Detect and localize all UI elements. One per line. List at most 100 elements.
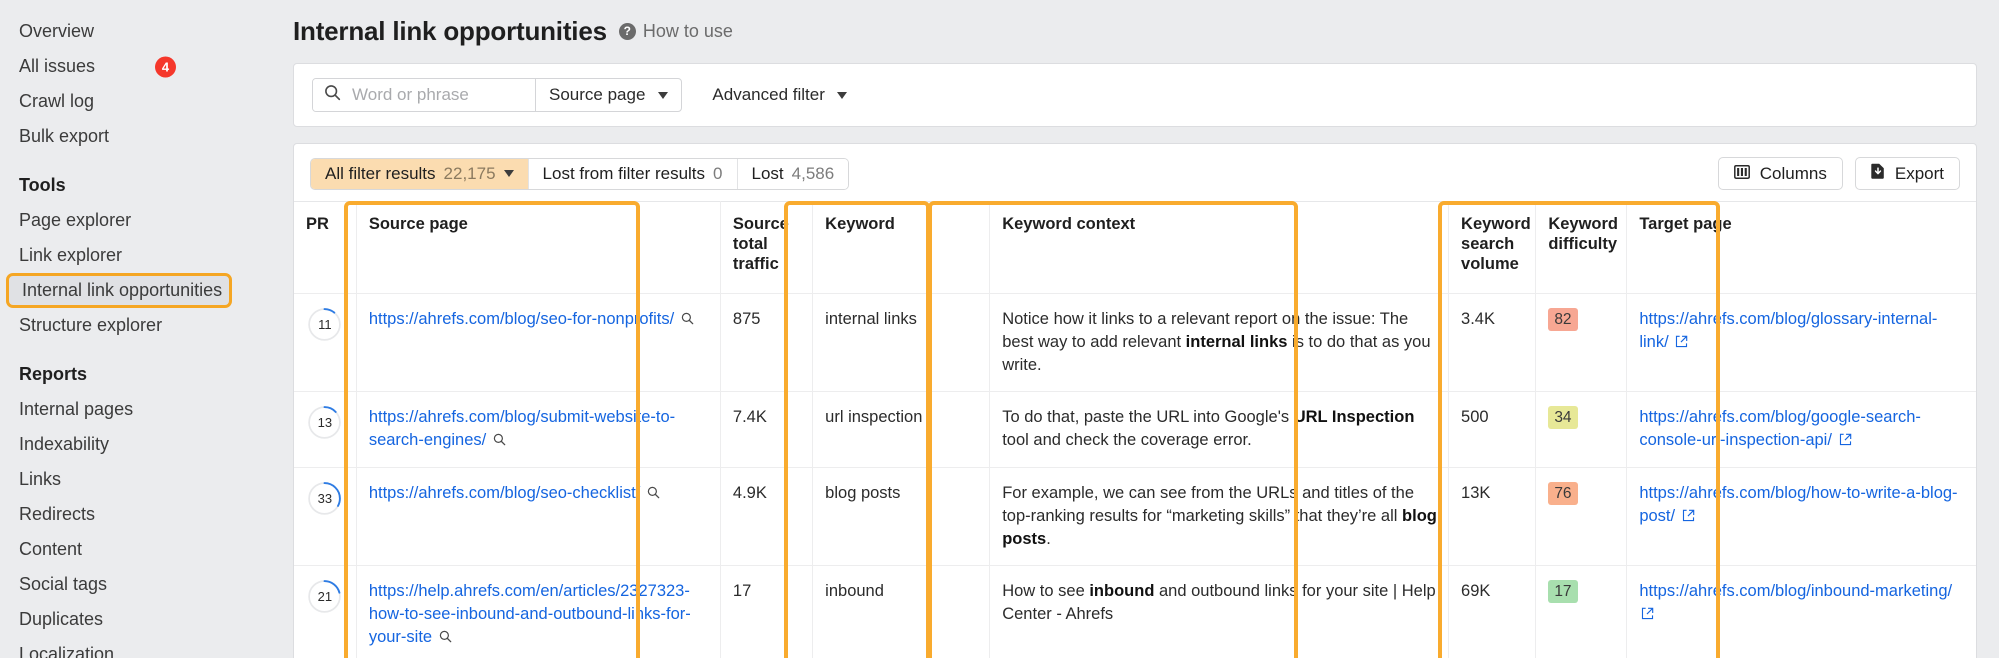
source-page-select[interactable]: Source page bbox=[535, 79, 681, 111]
question-mark-icon: ? bbox=[618, 23, 636, 40]
sidebar-item-label: Duplicates bbox=[19, 609, 104, 629]
target-page-link[interactable]: https://ahrefs.com/blog/inbound-marketin… bbox=[1639, 582, 1952, 600]
column-header-pr[interactable]: PR bbox=[294, 201, 357, 294]
table-head: PR Source page Source total traffic Keyword… bbox=[294, 201, 1976, 294]
keyword-search-volume-value: 500 bbox=[1461, 408, 1489, 426]
sidebar-item-duplicates[interactable]: Duplicates bbox=[0, 602, 238, 637]
sidebar-item-overview[interactable]: Overview bbox=[0, 14, 238, 49]
filter-tab-all-filter-results[interactable]: All filter results 22,175 bbox=[311, 158, 529, 189]
cell-keyword: internal links bbox=[812, 293, 991, 392]
filter-tab-count: 4,586 bbox=[791, 163, 835, 183]
source-page-link[interactable]: https://ahrefs.com/blog/submit-website-t… bbox=[369, 408, 675, 449]
app-root: Overview All issues 4 Crawl log Bulk export T… bbox=[0, 0, 1999, 658]
filter-panel: Source page Advanced filter bbox=[293, 63, 1977, 127]
table-row[interactable]: 13 https://ahrefs.com/blog/submit-website… bbox=[294, 391, 1976, 468]
table-row[interactable]: 21 https://help.ahrefs.com/en/articles/23… bbox=[294, 565, 1976, 658]
sidebar-badge-count: 4 bbox=[155, 56, 176, 77]
sidebar-item-localization[interactable]: Localization bbox=[0, 637, 238, 658]
column-header-label: Keyword bbox=[825, 215, 895, 233]
sidebar-item-label: All issues bbox=[19, 56, 96, 76]
cell-target-page: https://ahrefs.com/blog/inbound-marketin… bbox=[1626, 565, 1976, 658]
cell-keyword-search-volume: 3.4K bbox=[1448, 293, 1537, 392]
results-card: All filter results 22,175 Lost from filter… bbox=[293, 143, 1977, 658]
filter-tab-count: 0 bbox=[713, 163, 723, 183]
external-link-icon[interactable] bbox=[1839, 430, 1852, 453]
columns-button[interactable]: Columns bbox=[1717, 157, 1843, 190]
sidebar-item-label: Reports bbox=[19, 364, 88, 384]
table-row[interactable]: 33 https://ahrefs.com/blog/seo-checklist/… bbox=[294, 467, 1976, 566]
column-header-keyword-search-volume[interactable]: Keyword search volume bbox=[1448, 201, 1537, 294]
filter-tab-lost-from-filter-results[interactable]: Lost from filter results 0 bbox=[528, 158, 738, 189]
export-button[interactable]: Export bbox=[1854, 157, 1960, 190]
sidebar-item-links[interactable]: Links bbox=[0, 462, 238, 497]
cell-source-page: https://ahrefs.com/blog/seo-checklist/ bbox=[356, 467, 721, 566]
sidebar-item-crawl-log[interactable]: Crawl log bbox=[0, 84, 238, 119]
column-header-source-total-traffic[interactable]: Source total traffic bbox=[720, 201, 814, 294]
sidebar-item-label: Tools bbox=[19, 175, 66, 195]
sidebar-item-indexability[interactable]: Indexability bbox=[0, 427, 238, 462]
sidebar-item-label: Bulk export bbox=[19, 126, 110, 146]
pr-gauge: 21 bbox=[307, 579, 342, 614]
sidebar-item-content[interactable]: Content bbox=[0, 532, 238, 567]
magnifier-icon[interactable] bbox=[647, 483, 660, 506]
columns-icon bbox=[1733, 164, 1750, 184]
keyword-value: internal links bbox=[825, 310, 917, 328]
advanced-filter-toggle[interactable]: Advanced filter bbox=[712, 85, 847, 105]
column-header-keyword-difficulty[interactable]: Keyword difficulty bbox=[1535, 201, 1628, 294]
magnifier-icon[interactable] bbox=[493, 430, 506, 453]
source-page-link[interactable]: https://help.ahrefs.com/en/articles/2327… bbox=[369, 582, 691, 646]
cell-pr: 13 bbox=[294, 391, 357, 468]
page-header: Internal link opportunities ? How to use bbox=[238, 0, 1999, 63]
download-icon bbox=[1871, 163, 1885, 184]
cell-keyword-context: Notice how it links to a relevant report… bbox=[989, 293, 1450, 392]
source-page-link[interactable]: https://ahrefs.com/blog/seo-for-nonprofi… bbox=[369, 310, 674, 328]
sidebar-item-page-explorer[interactable]: Page explorer bbox=[0, 203, 238, 238]
column-header-keyword-context[interactable]: Keyword context bbox=[989, 201, 1450, 294]
cell-keyword-context: For example, we can see from the URLs an… bbox=[989, 467, 1450, 566]
external-link-icon[interactable] bbox=[1675, 332, 1688, 355]
sidebar-item-internal-link-opportunities[interactable]: Internal link opportunities bbox=[6, 273, 232, 308]
sidebar-item-label: Social tags bbox=[19, 574, 108, 594]
column-header-source-page[interactable]: Source page bbox=[356, 201, 721, 294]
how-to-use-label: How to use bbox=[642, 21, 733, 41]
target-page-link[interactable]: https://ahrefs.com/blog/google-search-co… bbox=[1639, 408, 1921, 449]
sidebar-item-label: Indexability bbox=[19, 434, 110, 454]
search-input[interactable] bbox=[350, 84, 523, 106]
how-to-use-link[interactable]: ? How to use bbox=[618, 21, 733, 42]
source-page-select-label: Source page bbox=[549, 85, 646, 104]
source-page-link[interactable]: https://ahrefs.com/blog/seo-checklist/ bbox=[369, 484, 640, 502]
keyword-value: blog posts bbox=[825, 484, 901, 502]
sidebar-item-label: Localization bbox=[19, 644, 115, 658]
sidebar-item-structure-explorer[interactable]: Structure explorer bbox=[0, 308, 238, 343]
cell-keyword-context: To do that, paste the URL into Google's … bbox=[989, 391, 1450, 468]
cell-keyword-difficulty: 17 bbox=[1535, 565, 1628, 658]
cell-target-page: https://ahrefs.com/blog/google-search-co… bbox=[1626, 391, 1976, 468]
sidebar-item-label: Content bbox=[19, 539, 83, 559]
sidebar-item-social-tags[interactable]: Social tags bbox=[0, 567, 238, 602]
external-link-icon[interactable] bbox=[1682, 506, 1695, 529]
magnifier-icon[interactable] bbox=[681, 309, 694, 332]
table-body: 11 https://ahrefs.com/blog/seo-for-nonpro… bbox=[294, 293, 1976, 658]
cell-pr: 21 bbox=[294, 565, 357, 658]
cell-target-page: https://ahrefs.com/blog/glossary-interna… bbox=[1626, 293, 1976, 392]
columns-label: Columns bbox=[1759, 163, 1827, 183]
filter-tab-lost[interactable]: Lost 4,586 bbox=[737, 158, 849, 189]
pr-gauge: 33 bbox=[307, 481, 342, 516]
magnifier-icon[interactable] bbox=[439, 627, 452, 650]
external-link-icon[interactable] bbox=[1641, 604, 1654, 627]
sidebar-item-all-issues[interactable]: All issues 4 bbox=[0, 49, 238, 84]
source-total-traffic-value: 7.4K bbox=[732, 408, 767, 426]
search-icon bbox=[324, 84, 341, 106]
sidebar-item-bulk-export[interactable]: Bulk export bbox=[0, 119, 238, 154]
sidebar-item-internal-pages[interactable]: Internal pages bbox=[0, 392, 238, 427]
search-group: Source page bbox=[312, 78, 683, 112]
page-title: Internal link opportunities bbox=[293, 16, 607, 46]
table-row[interactable]: 11 https://ahrefs.com/blog/seo-for-nonpro… bbox=[294, 293, 1976, 392]
column-header-target-page[interactable]: Target page bbox=[1626, 201, 1976, 294]
sidebar-item-link-explorer[interactable]: Link explorer bbox=[0, 238, 238, 273]
search-box[interactable] bbox=[313, 79, 535, 111]
filter-tab-label: Lost from filter results bbox=[542, 163, 706, 183]
column-header-keyword[interactable]: Keyword bbox=[812, 201, 991, 294]
sidebar-item-redirects[interactable]: Redirects bbox=[0, 497, 238, 532]
sidebar-item-label: Crawl log bbox=[19, 91, 95, 111]
